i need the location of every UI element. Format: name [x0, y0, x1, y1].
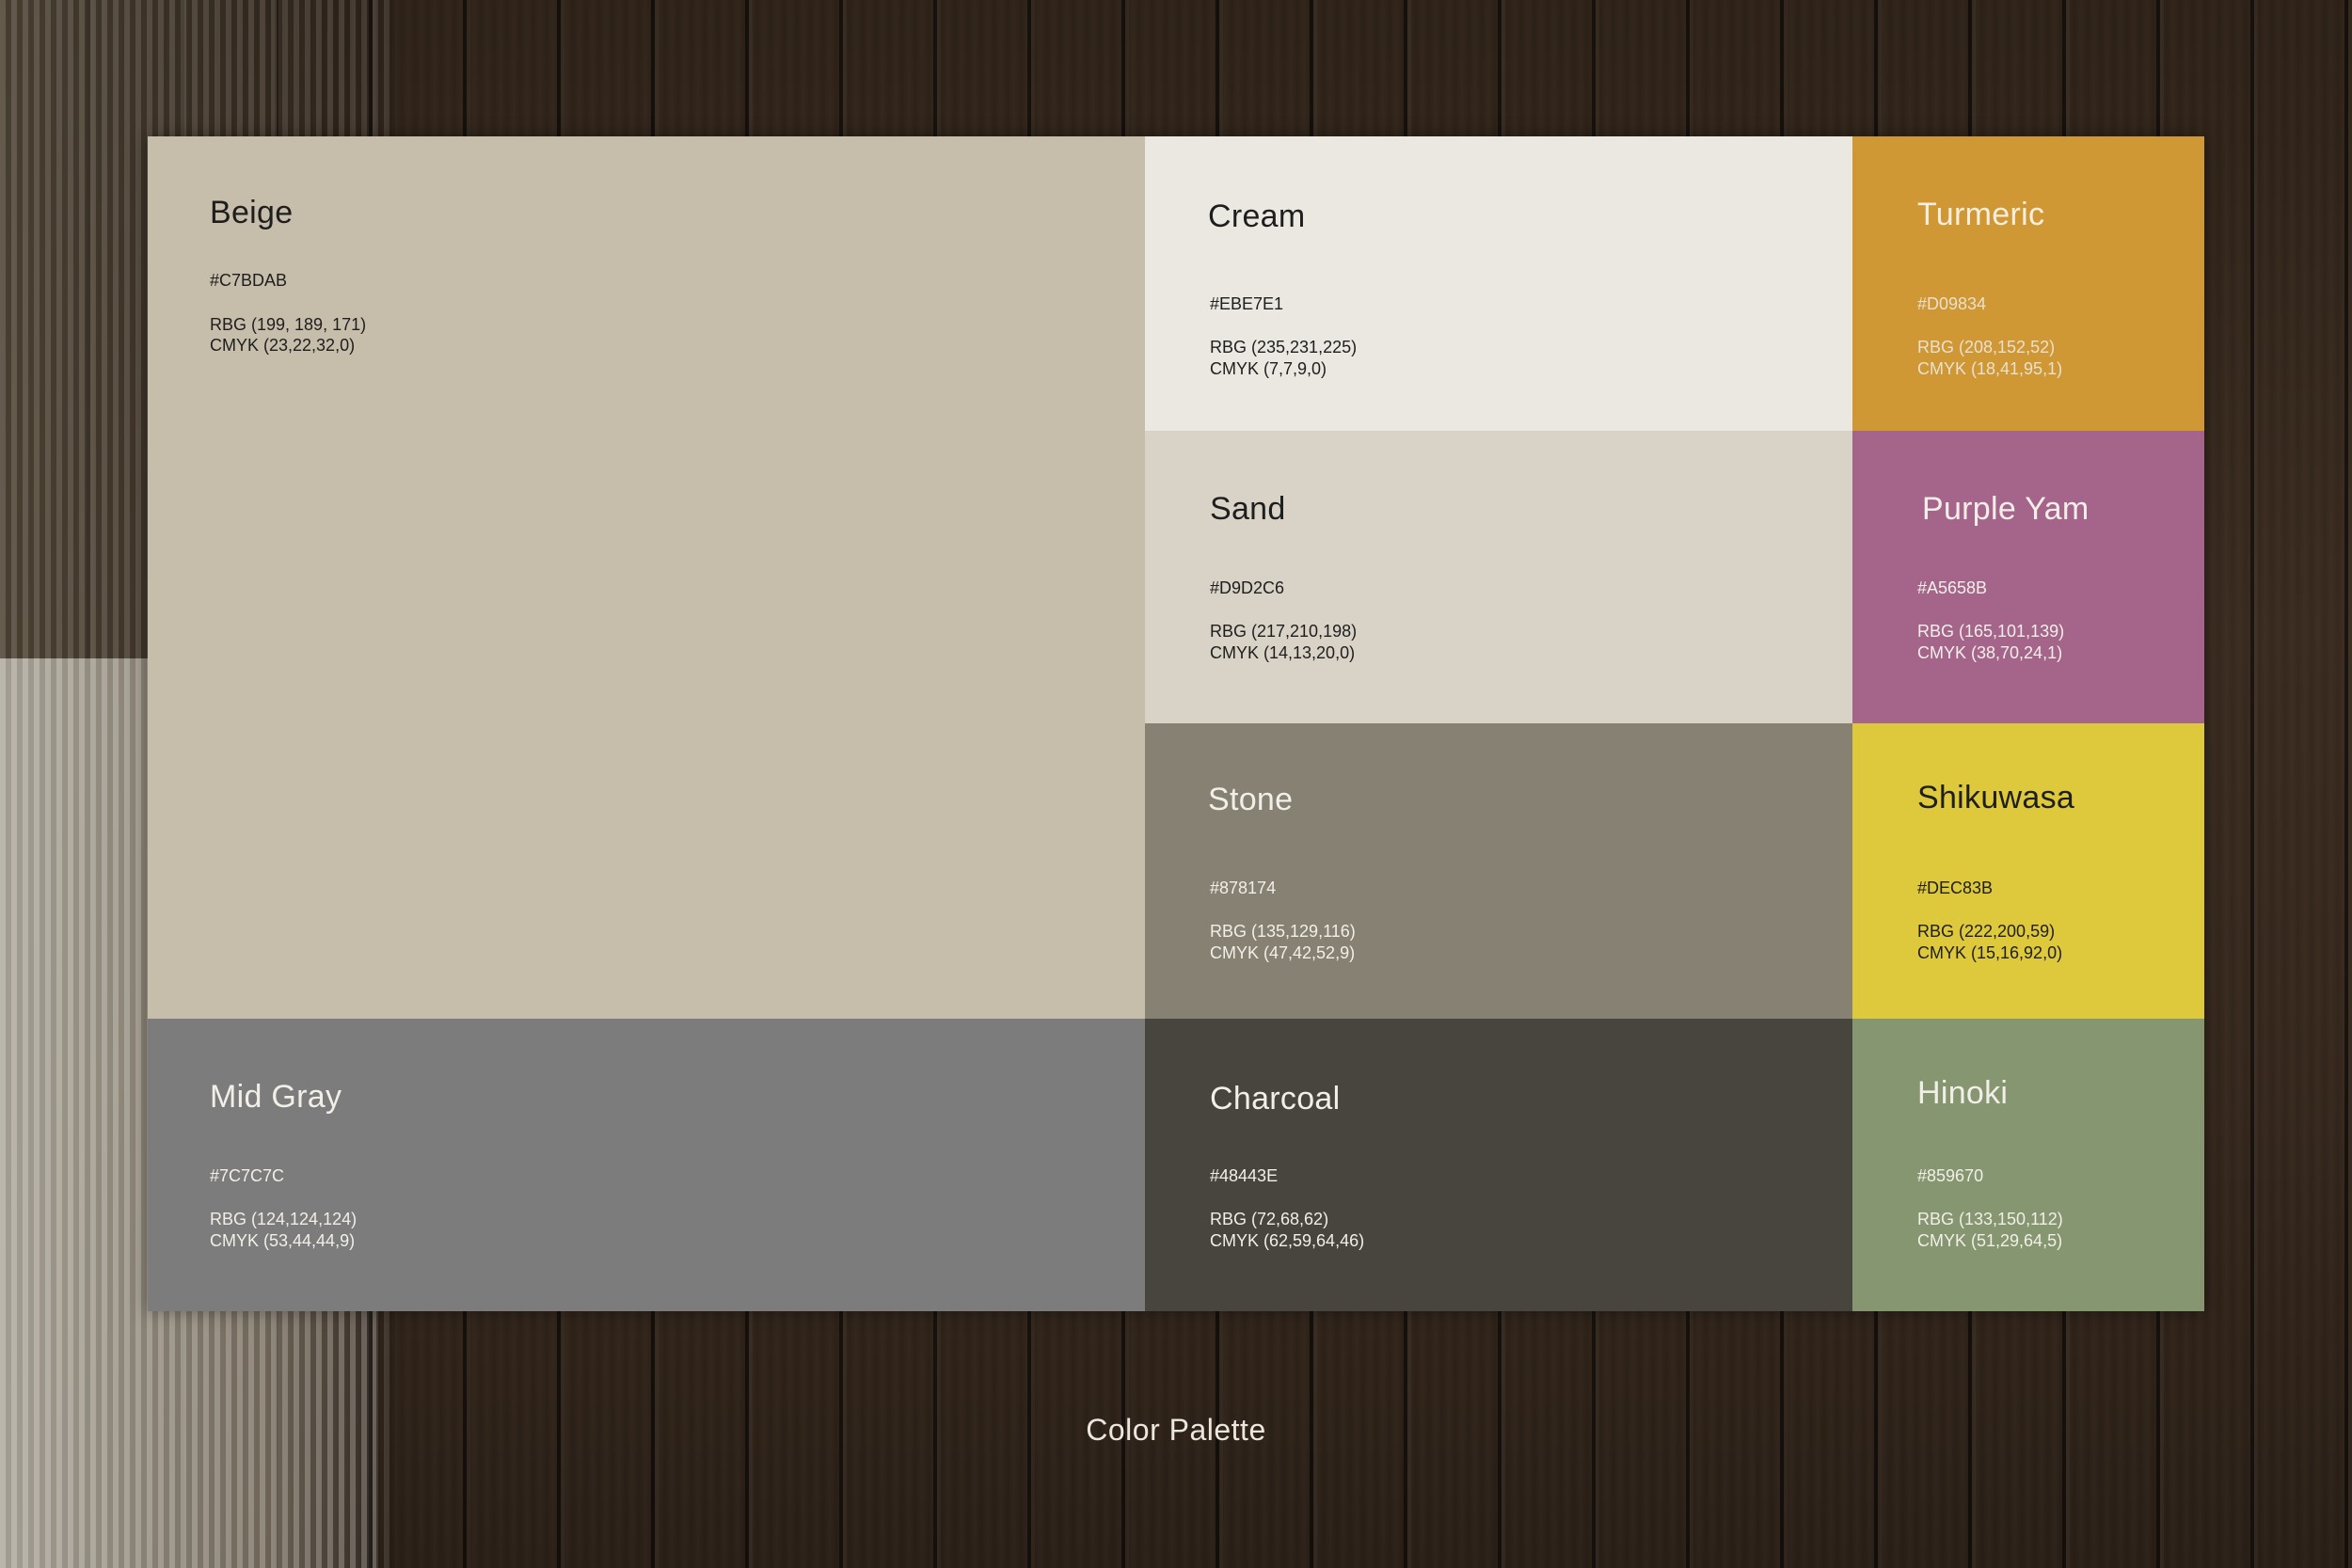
swatch-hex: #D9D2C6 — [1210, 578, 1285, 597]
swatch-name: Mid Gray — [210, 1079, 342, 1115]
swatch-cmyk: CMYK (14,13,20,0) — [1210, 643, 1356, 662]
swatch-hex: #C7BDAB — [210, 271, 288, 290]
swatch-hex: #878174 — [1210, 879, 1277, 897]
swatch-mid-gray: Mid Gray #7C7C7C RBG (124,124,124) CMYK … — [148, 1019, 1145, 1311]
swatch-purple-yam: Purple Yam #A5658B RBG (165,101,139) CMY… — [1852, 431, 2204, 723]
swatch-name: Stone — [1208, 782, 1294, 817]
swatch-rgb: RBG (208,152,52) — [1917, 338, 2056, 356]
swatch-hex: #859670 — [1917, 1166, 1984, 1185]
swatch-rgb: RBG (135,129,116) — [1210, 922, 1356, 941]
swatch-hex: #DEC83B — [1917, 879, 1994, 897]
swatch-rgb: RBG (124,124,124) — [210, 1210, 358, 1228]
swatch-cmyk: CMYK (18,41,95,1) — [1917, 359, 2063, 378]
swatch-rgb: RBG (72,68,62) — [1210, 1210, 1329, 1228]
swatch-name: Charcoal — [1210, 1081, 1341, 1117]
swatch-cmyk: CMYK (15,16,92,0) — [1917, 943, 2063, 962]
swatch-cmyk: CMYK (7,7,9,0) — [1210, 359, 1327, 378]
swatch-cmyk: CMYK (38,70,24,1) — [1917, 643, 2063, 662]
swatch-rgb: RBG (133,150,112) — [1917, 1210, 2063, 1228]
swatch-rgb: RBG (217,210,198) — [1210, 622, 1358, 641]
swatch-shikuwasa: Shikuwasa #DEC83B RBG (222,200,59) CMYK … — [1852, 723, 2204, 1019]
swatch-sand: Sand #D9D2C6 RBG (217,210,198) CMYK (14,… — [1145, 431, 1852, 723]
swatch-name: Turmeric — [1917, 197, 2045, 232]
swatch-hinoki: Hinoki #859670 RBG (133,150,112) CMYK (5… — [1852, 1019, 2204, 1311]
swatch-name: Hinoki — [1917, 1075, 2009, 1111]
swatch-name: Cream — [1208, 198, 1306, 234]
swatch-rgb: RBG (222,200,59) — [1917, 922, 2056, 941]
color-palette: Beige #C7BDAB RBG (199, 189, 171) CMYK (… — [148, 136, 2204, 1311]
swatch-cmyk: CMYK (47,42,52,9) — [1210, 943, 1356, 962]
swatch-beige: Beige #C7BDAB RBG (199, 189, 171) CMYK (… — [148, 136, 1145, 1019]
swatch-hex: #48443E — [1210, 1166, 1279, 1185]
swatch-rgb: RBG (235,231,225) — [1210, 338, 1358, 356]
swatch-name: Beige — [210, 195, 294, 230]
swatch-cmyk: CMYK (62,59,64,46) — [1210, 1231, 1365, 1250]
swatch-cmyk: CMYK (53,44,44,9) — [210, 1231, 356, 1250]
swatch-hex: #D09834 — [1917, 294, 1987, 313]
swatch-hex: #EBE7E1 — [1210, 294, 1284, 313]
swatch-name: Purple Yam — [1922, 491, 2090, 527]
swatch-name: Shikuwasa — [1917, 780, 2075, 816]
swatch-cmyk: CMYK (23,22,32,0) — [210, 336, 356, 355]
swatch-cream: Cream #EBE7E1 RBG (235,231,225) CMYK (7,… — [1145, 136, 1852, 431]
swatch-stone: Stone #878174 RBG (135,129,116) CMYK (47… — [1145, 723, 1852, 1019]
swatch-name: Sand — [1210, 491, 1286, 527]
swatch-rgb: RBG (165,101,139) — [1917, 622, 2065, 641]
palette-caption: Color Palette — [1086, 1413, 1266, 1447]
swatch-rgb: RBG (199, 189, 171) — [210, 315, 367, 334]
swatch-cmyk: CMYK (51,29,64,5) — [1917, 1231, 2063, 1250]
swatch-charcoal: Charcoal #48443E RBG (72,68,62) CMYK (62… — [1145, 1019, 1852, 1311]
swatch-turmeric: Turmeric #D09834 RBG (208,152,52) CMYK (… — [1852, 136, 2204, 431]
swatch-hex: #7C7C7C — [210, 1166, 285, 1185]
swatch-hex: #A5658B — [1917, 578, 1988, 597]
